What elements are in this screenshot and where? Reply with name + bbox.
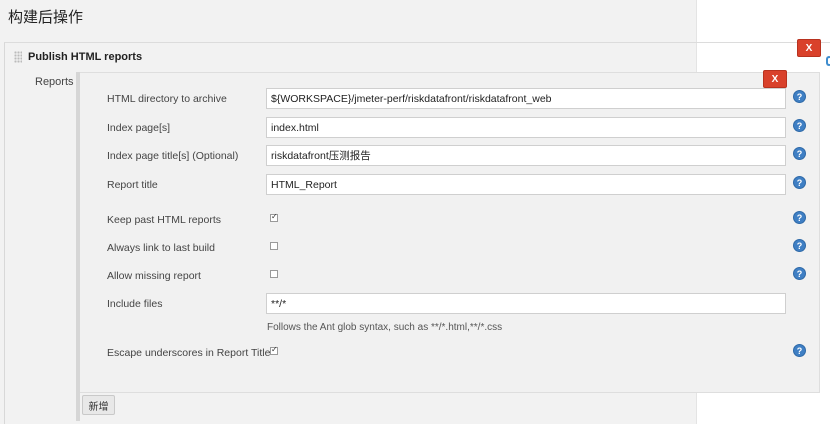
keep-past-checkbox[interactable]	[270, 214, 278, 222]
report-title-label: Report title	[107, 179, 158, 191]
publish-html-header[interactable]: Publish HTML reports	[14, 49, 142, 65]
index-pages-label: Index page[s]	[107, 122, 171, 134]
delete-step-button[interactable]: X	[797, 39, 821, 57]
html-dir-input[interactable]	[266, 88, 786, 109]
question-circle-icon[interactable]: ?	[793, 211, 806, 224]
report-title-input[interactable]	[266, 174, 786, 195]
question-circle-icon[interactable]: ?	[793, 176, 806, 189]
escape-underscores-label: Escape underscores in Report Title	[107, 347, 271, 359]
question-circle-icon[interactable]: ?	[793, 119, 806, 132]
drag-handle-icon[interactable]	[14, 51, 22, 63]
reports-label: Reports	[35, 76, 74, 88]
include-files-hint: Follows the Ant glob syntax, such as **/…	[267, 322, 503, 333]
keep-past-label: Keep past HTML reports	[107, 214, 221, 226]
html-dir-label: HTML directory to archive	[107, 93, 227, 105]
escape-underscores-checkbox[interactable]	[270, 347, 278, 355]
side-help-icon[interactable]	[826, 56, 830, 66]
include-files-label: Include files	[107, 298, 163, 310]
index-titles-label: Index page title[s] (Optional)	[107, 150, 239, 162]
include-files-input[interactable]	[266, 293, 786, 314]
section-title: 构建后操作	[8, 9, 84, 26]
publish-html-title: Publish HTML reports	[28, 51, 143, 63]
always-link-checkbox[interactable]	[270, 242, 278, 250]
jenkins-config-page: 构建后操作 Publish HTML reports X Reports X H…	[0, 0, 830, 424]
index-pages-input[interactable]	[266, 117, 786, 138]
allow-missing-checkbox[interactable]	[270, 270, 278, 278]
always-link-label: Always link to last build	[107, 242, 215, 254]
question-circle-icon[interactable]: ?	[793, 344, 806, 357]
question-circle-icon[interactable]: ?	[793, 239, 806, 252]
delete-report-button[interactable]: X	[763, 70, 787, 88]
index-titles-input[interactable]	[266, 145, 786, 166]
question-circle-icon[interactable]: ?	[793, 267, 806, 280]
question-circle-icon[interactable]: ?	[793, 90, 806, 103]
question-circle-icon[interactable]: ?	[793, 147, 806, 160]
add-report-button[interactable]: 新增	[82, 395, 115, 415]
allow-missing-label: Allow missing report	[107, 270, 201, 282]
